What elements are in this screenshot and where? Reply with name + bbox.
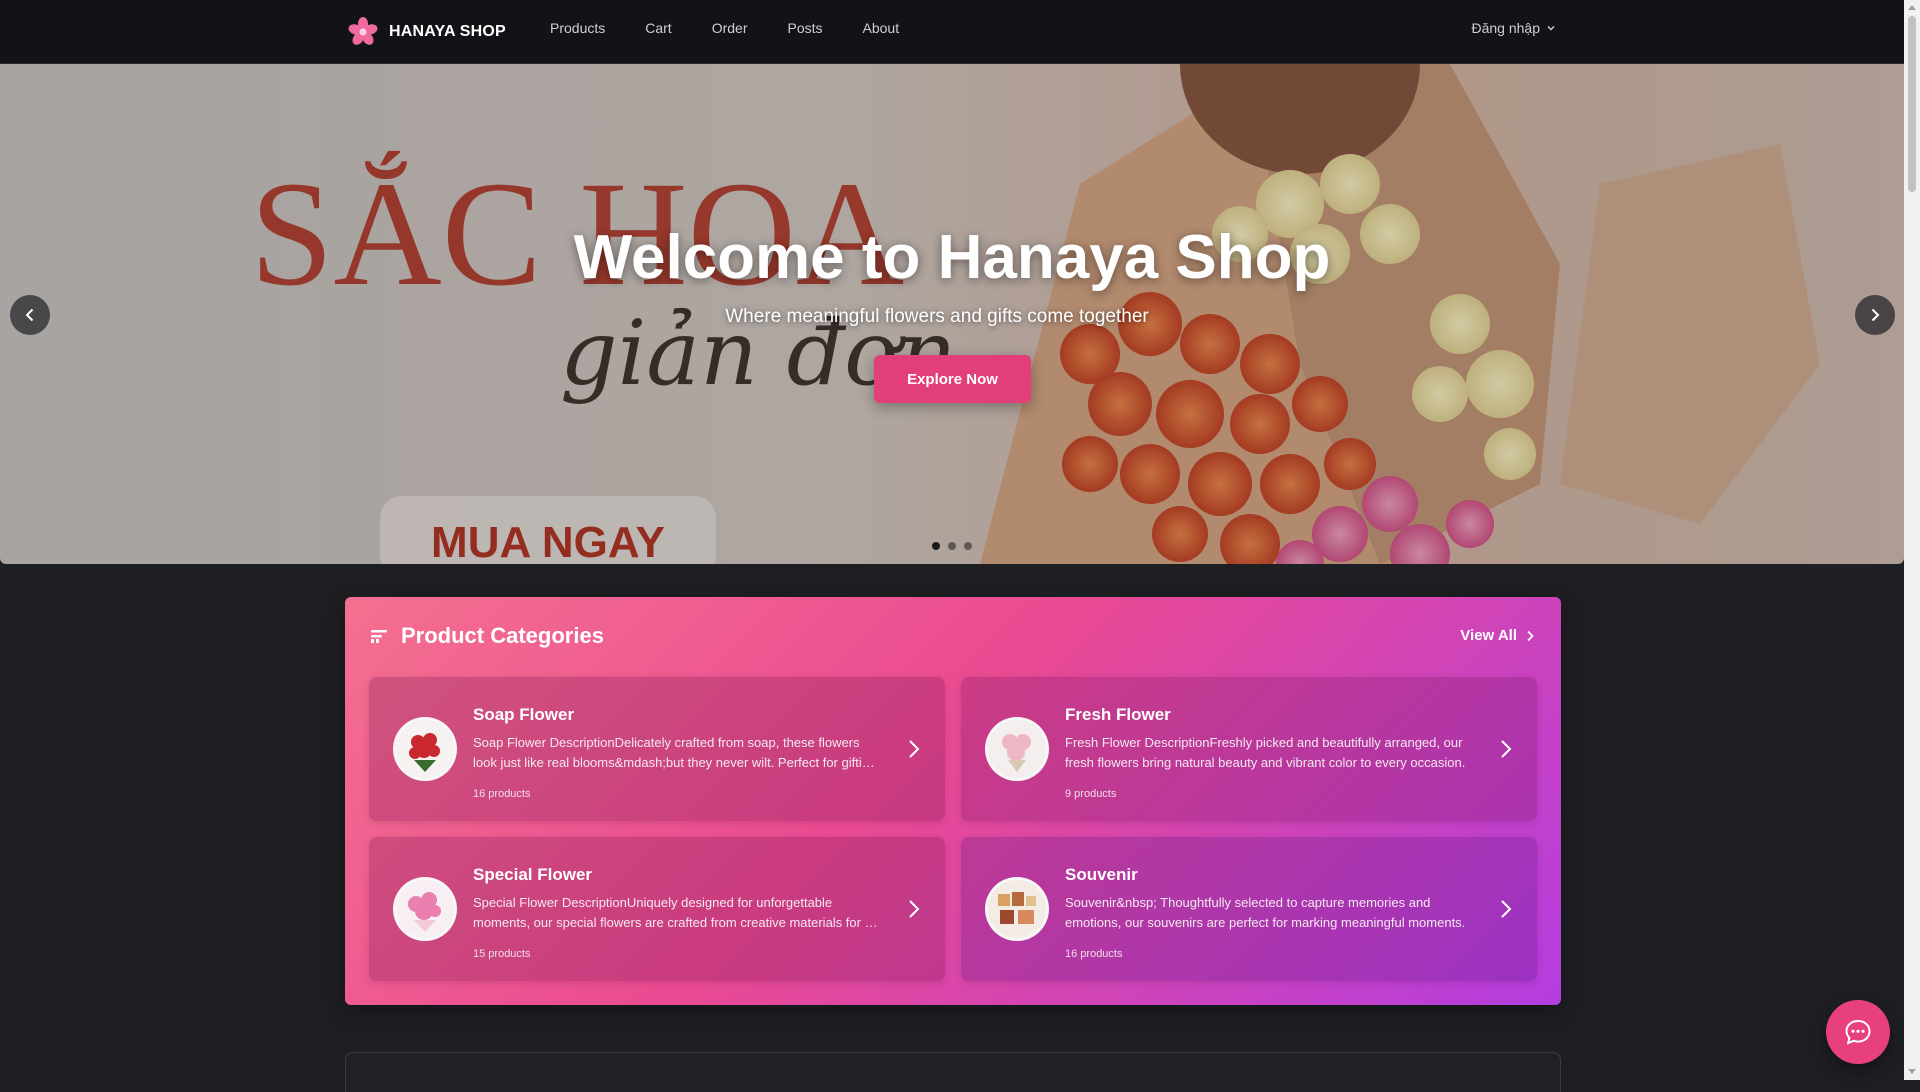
top-navbar: HANAYA SHOP Products Cart Order Posts Ab… <box>0 0 1904 64</box>
categories-title: Product Categories <box>401 623 604 648</box>
brand-home-link[interactable]: HANAYA SHOP <box>347 16 506 48</box>
category-name: Souvenir <box>1065 865 1138 884</box>
brand-name: HANAYA SHOP <box>389 23 506 40</box>
login-dropdown[interactable]: Đăng nhập <box>1471 20 1556 36</box>
carousel-indicators <box>932 542 972 550</box>
category-thumbnail <box>985 877 1049 941</box>
carousel-dot-2[interactable] <box>948 542 956 550</box>
categories-header: Product Categories <box>369 623 604 649</box>
chevron-down-icon <box>1547 26 1555 31</box>
category-name: Fresh Flower <box>1065 705 1171 724</box>
nav-about[interactable]: About <box>863 20 900 36</box>
scroll-down-arrow[interactable] <box>1908 1069 1916 1074</box>
category-thumbnail <box>393 877 457 941</box>
category-name: Special Flower <box>473 865 593 884</box>
category-count: 16 products <box>1065 948 1123 960</box>
category-description: Fresh Flower DescriptionFreshly picked a… <box>1065 735 1466 770</box>
chevron-left-icon <box>25 308 34 322</box>
chevron-right-icon <box>909 740 920 758</box>
category-description: Souvenir&nbsp; Thoughtfully selected to … <box>1065 895 1466 930</box>
login-label: Đăng nhập <box>1471 20 1540 36</box>
carousel-next-button[interactable] <box>1855 295 1895 335</box>
chevron-right-icon <box>1527 630 1534 641</box>
page-scrollbar[interactable] <box>1904 0 1920 1080</box>
chat-button[interactable] <box>1826 1000 1890 1064</box>
chevron-right-icon <box>1501 740 1512 758</box>
nav-cart[interactable]: Cart <box>645 20 671 36</box>
chat-bubble-icon <box>1845 1019 1871 1045</box>
scroll-thumb[interactable] <box>1908 16 1916 192</box>
category-count: 15 products <box>473 948 531 960</box>
product-categories-section: Product Categories View All Soap Flower … <box>345 597 1561 1005</box>
category-description: Special Flower DescriptionUniquely desig… <box>473 895 872 930</box>
main-nav: Products Cart Order Posts About <box>550 20 939 36</box>
carousel-dot-1[interactable] <box>932 542 940 550</box>
chevron-right-icon <box>1871 308 1880 322</box>
view-all-link[interactable]: View All <box>1460 627 1535 644</box>
category-count: 9 products <box>1065 788 1117 800</box>
carousel-prev-button[interactable] <box>10 295 50 335</box>
category-description: Soap Flower DescriptionDelicately crafte… <box>473 735 877 770</box>
categories-icon <box>371 630 387 643</box>
category-card-souvenir[interactable]: Souvenir Souvenir&nbsp; Thoughtfully sel… <box>961 837 1537 981</box>
chevron-right-icon <box>909 900 920 918</box>
nav-products[interactable]: Products <box>550 20 605 36</box>
category-name: Soap Flower <box>473 705 575 724</box>
view-all-label: View All <box>1460 627 1517 644</box>
sakura-flower-icon <box>348 17 378 45</box>
category-card-soap-flower[interactable]: Soap Flower Soap Flower DescriptionDelic… <box>369 677 945 821</box>
category-thumbnail <box>985 717 1049 781</box>
category-thumbnail <box>393 717 457 781</box>
hero-subtitle: Where meaningful flowers and gifts come … <box>725 306 1149 327</box>
next-section-panel <box>345 1052 1561 1092</box>
hero-carousel: SẮC HOA giản đơn MUA NGAY Welcome to Han… <box>0 64 1904 564</box>
nav-order[interactable]: Order <box>712 20 748 36</box>
nav-posts[interactable]: Posts <box>788 20 823 36</box>
category-card-fresh-flower[interactable]: Fresh Flower Fresh Flower DescriptionFre… <box>961 677 1537 821</box>
scroll-up-arrow[interactable] <box>1908 5 1916 10</box>
hero-title: Welcome to Hanaya Shop <box>573 223 1331 292</box>
explore-now-button[interactable]: Explore Now <box>874 355 1031 403</box>
carousel-dot-3[interactable] <box>964 542 972 550</box>
category-count: 16 products <box>473 788 531 800</box>
chevron-right-icon <box>1501 900 1512 918</box>
category-card-special-flower[interactable]: Special Flower Special Flower Descriptio… <box>369 837 945 981</box>
